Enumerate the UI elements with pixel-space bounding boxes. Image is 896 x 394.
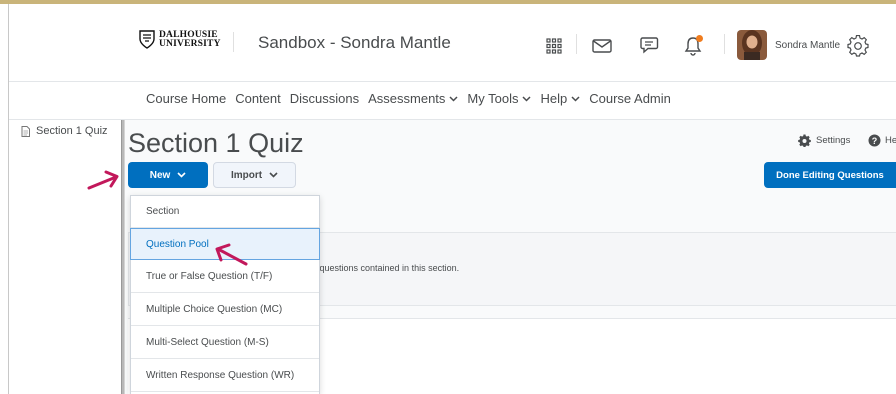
tree-item-section-1-quiz[interactable]: Section 1 Quiz [21,125,108,137]
notifications-button[interactable] [679,32,707,60]
done-editing-questions-button[interactable]: Done Editing Questions [764,162,896,188]
settings-link[interactable]: Settings [798,134,850,147]
chat-button[interactable] [635,32,663,60]
menu-item-section[interactable]: Section [131,196,319,228]
nav-item-label: Course Admin [589,91,671,106]
nav-item-label: Discussions [289,91,360,106]
quiz-tree-panel: Section 1 Quiz [9,120,121,394]
header-bar: DALHOUSIE UNIVERSITY Sandbox - Sondra Ma… [9,4,896,82]
course-title[interactable]: Sandbox - Sondra Mantle [258,33,451,53]
nav-item-label: Course Home [146,91,227,106]
gear-icon [847,35,869,57]
chat-icon [640,37,659,54]
chevron-down-icon [269,172,278,178]
new-dropdown-menu: Section Question Pool True or False Ques… [130,195,320,394]
document-icon [21,125,30,137]
gear-icon [798,134,811,147]
menu-item-label: Multiple Choice Question (MC) [146,304,283,315]
mail-button[interactable] [588,32,616,60]
nav-item-label: My Tools [467,91,519,106]
chevron-down-icon [571,95,580,102]
menu-item-question-pool[interactable]: Question Pool [130,228,320,260]
shield-icon [139,30,155,49]
header-separator [233,32,234,52]
notification-dot [696,35,703,42]
nav-item-label: Assessments [368,91,446,106]
help-icon: ? [868,134,881,147]
grid-icon [546,38,562,54]
mail-icon [592,39,612,53]
section-info-text: r questions contained in this section. [314,263,460,273]
menu-item-true-false[interactable]: True or False Question (T/F) [131,261,319,293]
nav-item-course-admin[interactable]: Course Admin [589,91,671,106]
logo-line-2: UNIVERSITY [159,38,221,49]
waffle-button[interactable] [540,32,568,60]
header-separator [576,34,577,54]
settings-button[interactable] [844,32,872,60]
import-button[interactable]: Import [213,162,296,188]
course-navbar: Course Home Content Discussions Assessme… [9,82,896,120]
tree-item-label: Section 1 Quiz [36,125,108,137]
chevron-down-icon [449,95,458,102]
svg-text:?: ? [872,136,878,146]
menu-item-label: Section [146,206,180,217]
import-button-label: Import [230,169,263,181]
nav-item-assessments[interactable]: Assessments [368,91,458,106]
menu-item-multi-select[interactable]: Multi-Select Question (M-S) [131,327,319,359]
chevron-down-icon [522,95,532,102]
user-name[interactable]: Sondra Mantle [775,40,840,51]
new-button[interactable]: New [128,162,208,188]
new-button-label: New [149,169,171,181]
avatar[interactable] [737,30,767,60]
nav-item-help[interactable]: Help [540,91,580,106]
menu-item-label: Multi-Select Question (M-S) [146,337,269,348]
nav-item-discussions[interactable]: Discussions [290,91,359,106]
menu-item-label: True or False Question (T/F) [146,271,273,282]
avatar-image [737,30,767,60]
settings-label: Settings [816,135,851,146]
nav-item-course-home[interactable]: Course Home [146,91,226,106]
university-logo[interactable]: DALHOUSIE UNIVERSITY [139,30,221,49]
menu-item-multiple-choice[interactable]: Multiple Choice Question (MC) [131,294,319,326]
page-title: Section 1 Quiz [128,128,304,158]
header-separator [724,34,725,54]
nav-item-content[interactable]: Content [235,91,281,106]
nav-items: Course Home Content Discussions Assessme… [146,91,680,106]
nav-item-label: Help [540,91,568,106]
nav-item-label: Content [235,91,281,106]
help-label: He [885,135,896,146]
menu-item-written-response[interactable]: Written Response Question (WR) [131,360,319,392]
nav-item-my-tools[interactable]: My Tools [467,91,532,106]
help-link[interactable]: ? He [868,134,896,147]
chevron-down-icon [177,172,186,178]
menu-item-label: Question Pool [146,238,209,250]
menu-item-label: Written Response Question (WR) [146,370,295,381]
